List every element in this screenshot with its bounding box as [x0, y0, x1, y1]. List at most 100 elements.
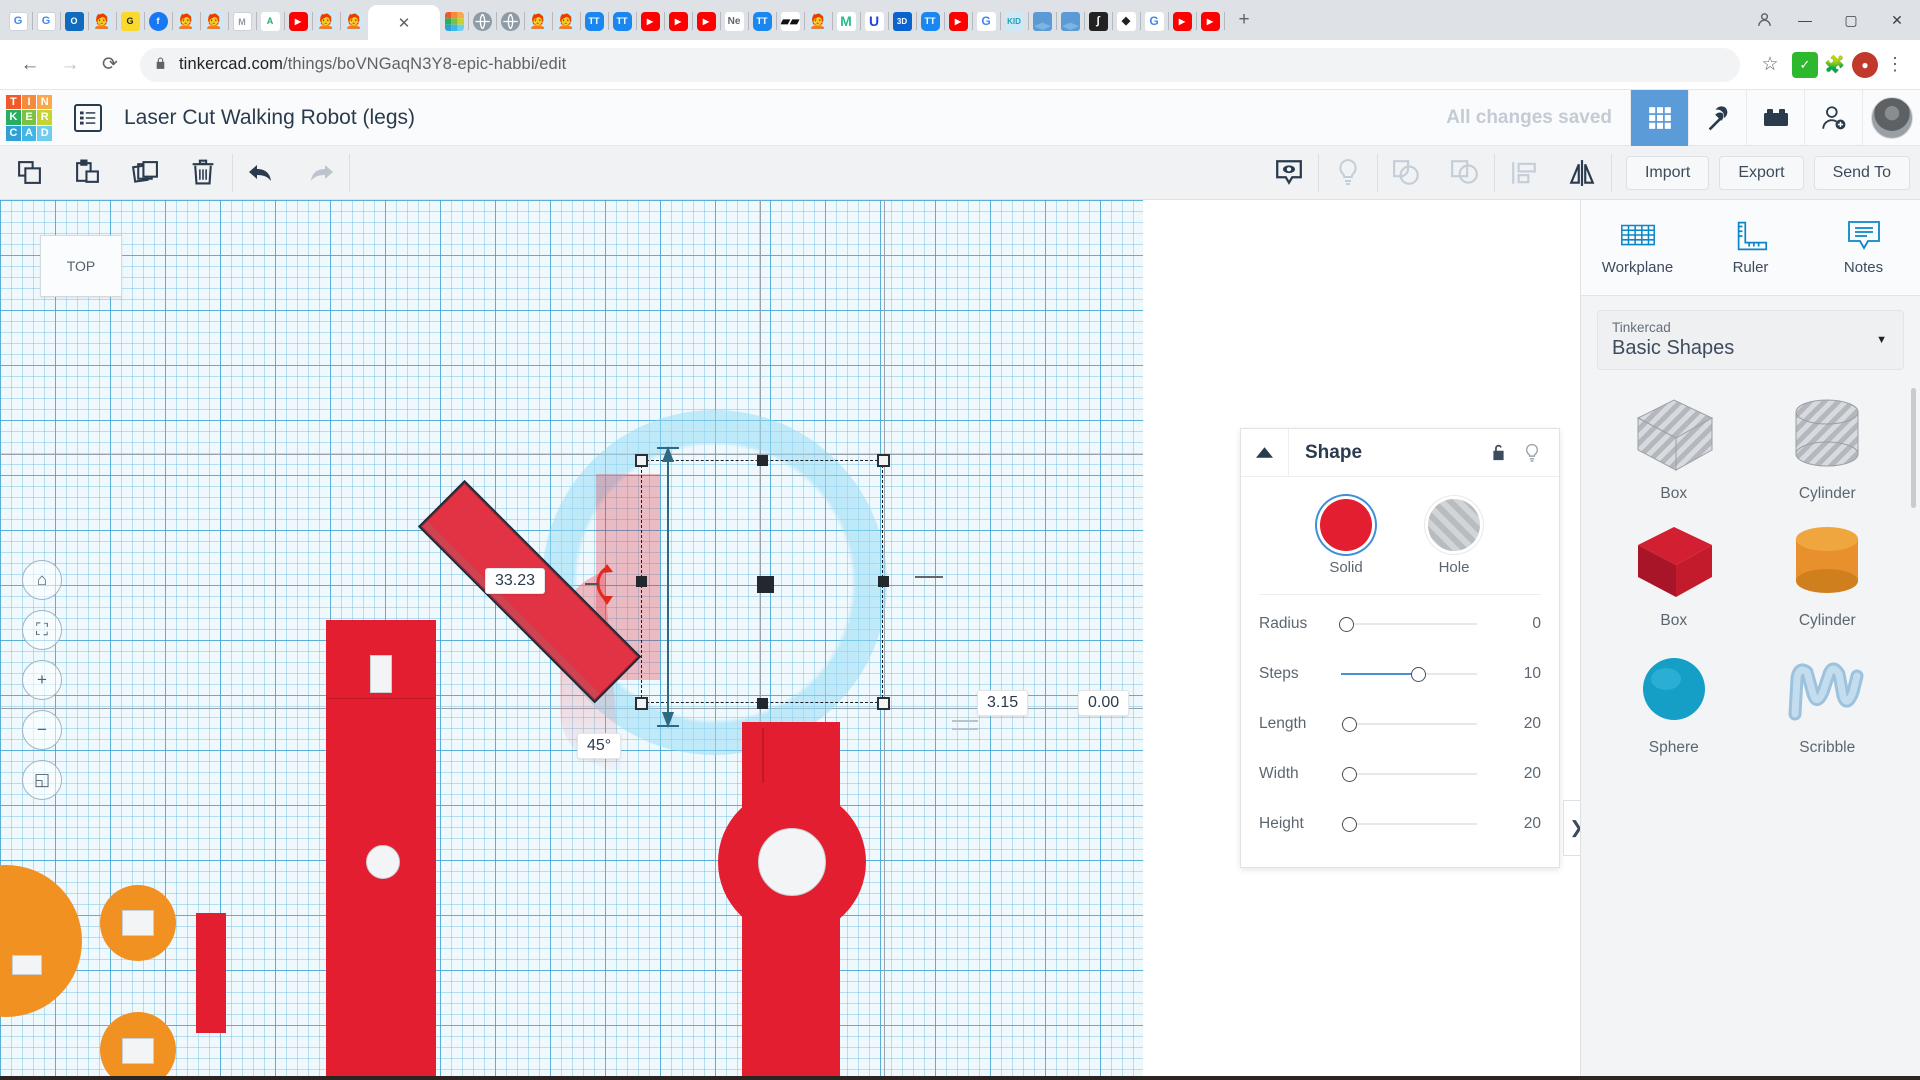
- close-tab-icon[interactable]: ✕: [398, 14, 411, 32]
- resize-handle-left-middle[interactable]: [636, 576, 647, 587]
- slider-knob[interactable]: [1411, 667, 1426, 682]
- books-favicon[interactable]: [1028, 7, 1056, 35]
- youtube-favicon[interactable]: [664, 7, 692, 35]
- taskbar-app-list[interactable]: ◯❏▤eM1F∞▭C✦△W: [400, 1076, 1116, 1080]
- flipgrid-button[interactable]: F: [784, 1076, 828, 1080]
- undo-button[interactable]: [233, 146, 291, 200]
- light-button[interactable]: [1319, 146, 1377, 200]
- height-slider-track[interactable]: [1341, 815, 1497, 833]
- shape-collection-select[interactable]: Tinkercad Basic Shapes ▼: [1597, 310, 1904, 370]
- radius-slider-track[interactable]: [1341, 615, 1497, 633]
- tinkercad-favicon[interactable]: [440, 7, 468, 35]
- steps-slider-track[interactable]: [1341, 665, 1497, 683]
- ungroup-button[interactable]: [1436, 146, 1494, 200]
- shape-properties-panel[interactable]: Shape Solid: [1240, 428, 1560, 868]
- file-explorer-button[interactable]: [496, 1076, 540, 1080]
- address-bar[interactable]: tinkercad.com/things/boVNGaqN3Y8-epic-ha…: [140, 48, 1740, 82]
- taskview-cortana-button[interactable]: ◯: [400, 1076, 444, 1080]
- shape-scribble-thumb[interactable]: [1751, 648, 1905, 735]
- resize-handle-top-right[interactable]: [877, 454, 890, 467]
- scratch-duck-favicon[interactable]: [804, 7, 832, 35]
- notes-tool[interactable]: Notes: [1807, 200, 1920, 295]
- netflix-favicon[interactable]: Ne: [720, 7, 748, 35]
- shape-sphere[interactable]: Sphere: [1597, 648, 1751, 757]
- scratch-duck-favicon[interactable]: [172, 7, 200, 35]
- delete-button[interactable]: [174, 146, 232, 200]
- scratch-duck-favicon[interactable]: [552, 7, 580, 35]
- maximize-window-button[interactable]: ▢: [1828, 0, 1874, 40]
- scratch-button[interactable]: ∞: [832, 1076, 876, 1080]
- google-favicon[interactable]: G: [972, 7, 1000, 35]
- close-window-button[interactable]: ✕: [1874, 0, 1920, 40]
- back-button[interactable]: ←: [12, 47, 48, 83]
- outlook-favicon[interactable]: O: [60, 7, 88, 35]
- design-canvas[interactable]: 33.23 45° 3.15 0.00 33.23 110.68 TOP ⌂⛶+…: [0, 200, 1143, 1076]
- blocks-brick-button[interactable]: [1746, 90, 1804, 146]
- paste-button[interactable]: [58, 146, 116, 200]
- shape-scribble[interactable]: Scribble: [1751, 648, 1905, 757]
- window-controls[interactable]: — ▢ ✕: [1746, 0, 1920, 40]
- google-favicon[interactable]: G: [1140, 7, 1168, 35]
- library-scrollbar[interactable]: [1911, 388, 1916, 508]
- export-button[interactable]: Export: [1719, 156, 1803, 190]
- resize-handle-bottom-right[interactable]: [877, 697, 890, 710]
- minimize-window-button[interactable]: —: [1782, 0, 1828, 40]
- view-cube[interactable]: TOP: [40, 235, 122, 297]
- project-menu-icon[interactable]: [74, 104, 102, 132]
- copy-button[interactable]: [0, 146, 58, 200]
- unity-favicon[interactable]: U: [860, 7, 888, 35]
- hole-swatch[interactable]: [1428, 499, 1480, 551]
- width-slider[interactable]: Width20: [1241, 749, 1559, 799]
- resize-handle-right-middle[interactable]: [878, 576, 889, 587]
- zoom-in-button[interactable]: +: [22, 660, 62, 700]
- shape-cylinder-hole-thumb[interactable]: [1751, 394, 1905, 481]
- drive-button[interactable]: △: [1024, 1076, 1068, 1080]
- extensions-puzzle-icon[interactable]: 🧩: [1822, 52, 1848, 78]
- zoom-button[interactable]: ▭: [880, 1076, 924, 1080]
- mail-button[interactable]: 1: [688, 1076, 732, 1080]
- light-bulb-icon[interactable]: [1515, 443, 1549, 463]
- ruler-tool[interactable]: Ruler: [1694, 200, 1807, 295]
- zoom-out-button[interactable]: −: [22, 710, 62, 750]
- browser-tab-strip[interactable]: GGOGfMA ✕ TTNeT▰▰MU3DTGKID∫◆G + — ▢ ✕: [0, 0, 1920, 40]
- shape-box-solid-thumb[interactable]: [1597, 521, 1751, 608]
- kidpub-favicon[interactable]: KID: [1000, 7, 1028, 35]
- mirror-button[interactable]: [1553, 146, 1611, 200]
- design-hole-circle[interactable]: [366, 845, 400, 879]
- teams-button[interactable]: C: [928, 1076, 972, 1080]
- minecraft-pickaxe-button[interactable]: [1688, 90, 1746, 146]
- inkscape-favicon[interactable]: ◆: [1112, 7, 1140, 35]
- send-to-button[interactable]: Send To: [1814, 156, 1910, 190]
- resize-handle-top-middle[interactable]: [757, 455, 768, 466]
- integral-favicon[interactable]: ∫: [1084, 7, 1112, 35]
- task-view-button[interactable]: ❏: [448, 1076, 492, 1080]
- collapse-panel-button[interactable]: [1241, 429, 1289, 477]
- shape-cylinder-hole[interactable]: Cylinder: [1751, 394, 1905, 503]
- height-slider[interactable]: Height20: [1241, 799, 1559, 849]
- 3d-favicon[interactable]: 3D: [888, 7, 916, 35]
- tinkercad-logo[interactable]: TINKERCAD: [6, 95, 52, 141]
- hole-option[interactable]: Hole: [1428, 499, 1480, 576]
- browser-menu-icon[interactable]: ⋮: [1882, 54, 1908, 75]
- resize-handle-bottom-middle[interactable]: [757, 698, 768, 709]
- resize-handle-top-left[interactable]: [635, 454, 648, 467]
- invite-people-button[interactable]: [1804, 90, 1862, 146]
- shape-cylinder-solid[interactable]: Cylinder: [1751, 521, 1905, 630]
- autodesk-favicon[interactable]: A: [256, 7, 284, 35]
- redo-button[interactable]: [291, 146, 349, 200]
- group-button[interactable]: [1378, 146, 1436, 200]
- scratch-duck-favicon[interactable]: [312, 7, 340, 35]
- scratch-duck-favicon[interactable]: [524, 7, 552, 35]
- duplicate-button[interactable]: [116, 146, 174, 200]
- notification-center-button[interactable]: 6: [1872, 1076, 1912, 1080]
- scratch-duck-favicon[interactable]: [340, 7, 368, 35]
- browser-url-bar[interactable]: ← → ⟳ tinkercad.com/things/boVNGaqN3Y8-e…: [0, 40, 1920, 90]
- tinkercad-favicon[interactable]: T: [608, 7, 636, 35]
- wevideo-favicon[interactable]: ▰▰: [776, 7, 804, 35]
- dimension-label-offset-y[interactable]: 0.00: [1078, 690, 1129, 716]
- shape-library-panel[interactable]: Workplane Ruler Notes Tinkercad Basic Sh…: [1580, 200, 1920, 1076]
- predator-button[interactable]: M: [640, 1076, 684, 1080]
- design-hole-square-orange[interactable]: [12, 955, 42, 975]
- shape-box-solid[interactable]: Box: [1597, 521, 1751, 630]
- dimension-label-offset-x[interactable]: 3.15: [977, 690, 1028, 716]
